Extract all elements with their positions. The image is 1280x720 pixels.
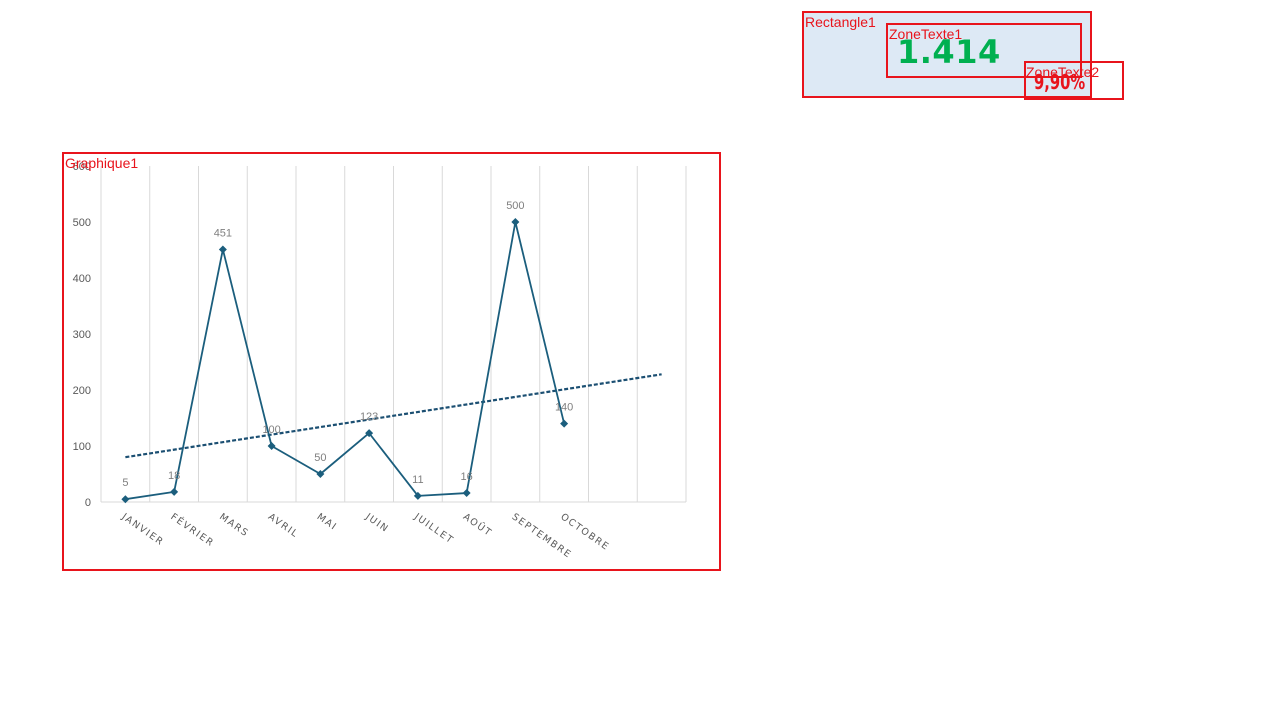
x-category-label: JANVIER: [119, 511, 166, 548]
y-tick-label: 400: [73, 273, 91, 285]
y-tick-label: 500: [73, 217, 91, 229]
y-tick-label: 300: [73, 329, 91, 341]
graphique1-label: Graphique1: [65, 155, 139, 171]
x-category-label: FÉVRIER: [168, 511, 216, 550]
data-point-marker: [560, 419, 569, 428]
data-label: 16: [461, 471, 473, 483]
y-tick-label: 100: [73, 441, 91, 453]
data-label: 5: [122, 477, 128, 489]
data-label: 140: [555, 402, 573, 414]
x-category-label: MAI: [315, 511, 339, 533]
data-point-marker: [511, 218, 520, 226]
data-label: 18: [168, 470, 180, 482]
y-tick-label: 200: [73, 385, 91, 397]
x-category-label: AVRIL: [266, 511, 301, 540]
data-point-marker: [218, 245, 227, 254]
x-category-label: JUILLET: [411, 511, 455, 547]
data-label: 50: [314, 452, 326, 464]
data-point-marker: [170, 487, 179, 496]
data-label: 500: [506, 200, 524, 212]
x-category-label: AOÛT: [461, 511, 495, 540]
data-point-marker: [267, 442, 276, 450]
x-category-label: JUIN: [363, 511, 391, 535]
data-point-marker: [462, 489, 471, 498]
y-tick-label: 0: [85, 497, 91, 509]
x-category-label: MARS: [217, 511, 251, 539]
data-label: 123: [360, 411, 378, 423]
data-label: 100: [262, 424, 280, 436]
data-label: 11: [412, 474, 423, 486]
line-chart: 0100200300400500600JANVIER FÉVRIER MARS AVR…: [73, 161, 687, 561]
data-label: 451: [214, 227, 232, 239]
